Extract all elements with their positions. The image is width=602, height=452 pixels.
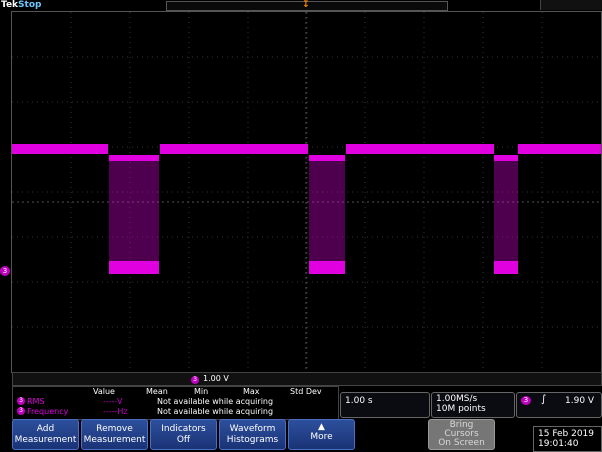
indicators-button[interactable]: Indicators Off (150, 419, 217, 450)
button-line: Indicators (161, 424, 206, 434)
trace-fill-band (109, 161, 159, 261)
channel-3-ground-marker[interactable]: 3 (0, 266, 10, 276)
button-line: Measurement (14, 435, 77, 445)
trace-high-segment (12, 144, 108, 154)
channel-badge: 3 (521, 396, 531, 405)
col-min: Min (194, 387, 209, 396)
date-time-readout: 15 Feb 2019 19:01:40 (533, 426, 602, 452)
horizontal-scale-readout[interactable]: 1.00 s (340, 392, 430, 418)
trace-low-segment (109, 261, 159, 274)
button-line: Waveform (229, 424, 276, 434)
button-line: Remove (96, 424, 133, 434)
brand-logo: Tek (1, 0, 19, 10)
button-line: Histograms (226, 435, 279, 445)
trigger-position-icon[interactable]: ↧ (302, 0, 310, 10)
button-line: Off (176, 435, 191, 445)
channel-badge: 3 (17, 407, 25, 415)
button-line: Add (36, 424, 55, 434)
col-max: Max (243, 387, 260, 396)
chevron-up-icon: ▲ (318, 422, 325, 432)
bring-cursors-button[interactable]: Bring Cursors On Screen (428, 419, 495, 450)
brand-status: TekStop (1, 0, 41, 11)
rising-edge-icon: ∫ (541, 394, 547, 405)
trace-low-segment (494, 261, 518, 274)
waveform-graticule[interactable] (11, 11, 602, 373)
remove-measurement-button[interactable]: Remove Measurement (81, 419, 148, 450)
button-line: On Screen (438, 438, 485, 448)
measurement-row[interactable]: 3 Frequency -----Hz Not available while a… (17, 407, 335, 417)
trace-high-segment (160, 144, 308, 154)
col-mean: Mean (146, 387, 168, 396)
measurement-value: -----Hz (103, 407, 128, 416)
waveform-histograms-button[interactable]: Waveform Histograms (219, 419, 286, 450)
measurement-label: RMS (27, 397, 45, 406)
trace-step-segment (309, 155, 345, 161)
trace-high-segment (346, 144, 494, 154)
trigger-readout[interactable]: 3 ∫ 1.90 V (516, 392, 602, 418)
waveform-display (12, 12, 601, 372)
volts-per-div: 1.00 V (203, 374, 229, 383)
top-right-indicator (540, 0, 602, 10)
button-line: Measurement (83, 435, 146, 445)
measurement-label: Frequency (27, 407, 69, 416)
trace-step-segment (109, 155, 159, 161)
measurement-message: Not available while acquiring (157, 397, 274, 406)
record-length: 10M points (436, 404, 486, 414)
more-button[interactable]: ▲ More (288, 419, 355, 450)
channel-badge: 3 (191, 376, 199, 384)
measurement-row[interactable]: 3 RMS -----V Not available while acquirin… (17, 397, 335, 407)
date: 15 Feb 2019 (538, 429, 595, 439)
measurement-message: Not available while acquiring (157, 407, 274, 416)
trace-fill-band (494, 161, 518, 261)
time: 19:01:40 (538, 439, 579, 449)
channel-badge: 3 (17, 397, 25, 405)
acquisition-status: Stop (18, 0, 42, 10)
add-measurement-button[interactable]: Add Measurement (12, 419, 79, 450)
sample-rate: 1.00MS/s (436, 394, 478, 404)
channel-scale-chip[interactable]: 3 1.00 V (191, 374, 247, 384)
trace-low-segment (309, 261, 345, 274)
measurement-value: -----V (103, 397, 123, 406)
col-value: Value (93, 387, 115, 396)
time-per-div: 1.00 s (345, 396, 373, 406)
trace-high-segment (518, 144, 601, 154)
measurement-table[interactable]: Value Mean Min Max Std Dev 3 RMS -----V N… (12, 386, 339, 420)
trace-fill-band (309, 161, 345, 261)
trigger-level: 1.90 V (565, 396, 595, 406)
vertical-scale-bar[interactable]: 3 1.00 V (12, 372, 602, 386)
acquisition-readout[interactable]: 1.00MS/s 10M points (431, 392, 515, 418)
col-std-dev: Std Dev (290, 387, 322, 396)
button-label: More (310, 432, 333, 442)
trace-step-segment (494, 155, 518, 161)
